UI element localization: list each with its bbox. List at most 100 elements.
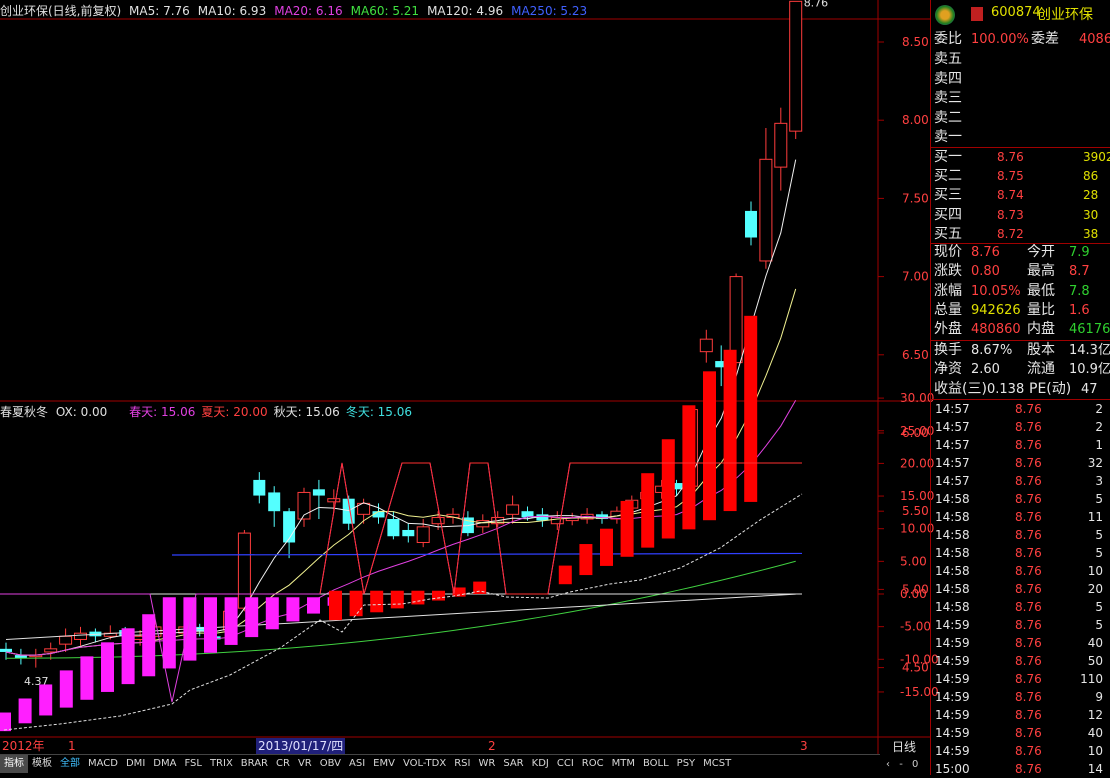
indicator-tab[interactable]: CCI <box>553 755 578 773</box>
divider <box>931 399 1110 400</box>
indicator-tab[interactable]: PSY <box>673 755 700 773</box>
stat-value: 7.9 <box>1069 245 1090 260</box>
tick-price: 8.76 <box>1015 546 1042 560</box>
stat-label: 量比 <box>1027 301 1055 318</box>
indicator-tab[interactable]: ROC <box>578 755 608 773</box>
spring-bar <box>142 614 156 677</box>
indicator-tab[interactable]: MACD <box>84 755 122 773</box>
tick-row: 14:58 8.76 11 <box>931 508 1110 526</box>
buy-row: 买三 8.74 28 <box>931 186 1110 205</box>
indicator-tab[interactable]: ASI <box>345 755 369 773</box>
tick-row: 14:58 8.76 20 <box>931 580 1110 598</box>
period-label[interactable]: 日线 <box>892 738 916 755</box>
tick-row: 14:59 8.76 40 <box>931 634 1110 652</box>
stat-value: 480860 <box>971 322 1021 338</box>
indicator-header: 春夏秋冬 OX: 0.00 春天: 15.06 夏天: 20.00 秋天: 15.0… <box>0 403 422 420</box>
indicator-tab[interactable]: BRAR <box>237 755 272 773</box>
tick-time: 14:57 <box>935 456 970 470</box>
indicator-tab[interactable]: WR <box>474 755 499 773</box>
indicator-tab[interactable]: BOLL <box>639 755 673 773</box>
stat-row: 净资 2.60 流通 10.9亿 <box>931 360 1110 379</box>
ma-label: MA10: 6.93 <box>197 4 267 18</box>
tick-time: 15:00 <box>935 762 970 776</box>
indicator-label: 夏天: 20.00 <box>201 405 268 419</box>
candle-body <box>699 338 713 353</box>
weibi-row: 委比 100.00% 委差 4086 <box>931 30 1110 49</box>
stat-value: 8.67% <box>971 343 1013 358</box>
indicator-tab[interactable]: MTM <box>608 755 639 773</box>
nav-minus-icon[interactable]: - <box>899 759 903 770</box>
stat-label: PE(动) <box>1029 380 1072 397</box>
indicator-tab[interactable]: TRIX <box>206 755 237 773</box>
indicator-tab[interactable]: CR <box>272 755 294 773</box>
tick-volume: 5 <box>1095 492 1103 506</box>
tick-time: 14:59 <box>935 636 970 650</box>
ma-labels: MA5: 7.76 MA10: 6.93 MA20: 6.16 MA60: 5.21 M… <box>129 4 595 18</box>
tick-row: 14:57 8.76 2 <box>931 418 1110 436</box>
indicator-tab[interactable]: RSI <box>450 755 474 773</box>
tab-indicator[interactable]: 指标 <box>0 755 28 773</box>
stat-row: 换手 8.67% 股本 14.3亿 <box>931 341 1110 360</box>
indicator-tab[interactable]: DMI <box>122 755 149 773</box>
flag-icon <box>971 7 983 21</box>
indicator-tab[interactable]: SAR <box>499 755 527 773</box>
tick-row: 14:58 8.76 10 <box>931 562 1110 580</box>
sell-row: 卖一 <box>931 128 1110 147</box>
indicator-tab[interactable]: KDJ <box>528 755 553 773</box>
nav-zero-icon[interactable]: 0 <box>912 759 918 770</box>
tick-row: 14:57 8.76 2 <box>931 400 1110 418</box>
tick-row: 14:58 8.76 5 <box>931 526 1110 544</box>
summer-bar <box>703 371 716 521</box>
tick-time: 14:59 <box>935 744 970 758</box>
candle-body <box>268 492 281 512</box>
indicator-label: 秋天: 15.06 <box>273 405 340 419</box>
nav-left-icon[interactable]: ‹ <box>886 759 890 770</box>
tick-price: 8.76 <box>1015 474 1042 488</box>
spring-bar <box>224 597 238 645</box>
stat-label: 外盘 <box>934 321 962 338</box>
buy-label: 买二 <box>934 168 962 185</box>
spring-bar <box>80 656 94 700</box>
indicator-tab[interactable]: VR <box>294 755 316 773</box>
stat-label: 内盘 <box>1027 321 1055 338</box>
tick-time: 14:59 <box>935 618 970 632</box>
tick-price: 8.76 <box>1015 762 1042 776</box>
price-max-label: 8.76 <box>804 0 829 9</box>
quote-title-bar: 600874 创业环保 <box>931 0 1110 28</box>
tick-row: 14:59 8.76 40 <box>931 724 1110 742</box>
indicator-tab[interactable]: OBV <box>316 755 345 773</box>
buy-price: 8.72 <box>997 226 1024 241</box>
buy-volume: 86 <box>1083 169 1099 184</box>
candle-body <box>74 632 87 640</box>
tick-volume: 11 <box>1087 510 1103 524</box>
indicator-tab[interactable]: VOL-TDX <box>399 755 450 773</box>
indicator-toolbar: 指标 模板 全部 MACD DMI DMA FSL TRIX BRAR CR VR OBV ASI EMV… <box>0 754 880 776</box>
tick-price: 8.76 <box>1015 600 1042 614</box>
divider <box>931 340 1110 341</box>
stat-label: 最低 <box>1027 282 1055 299</box>
tick-volume: 110 <box>1080 672 1103 686</box>
tab-template[interactable]: 模板 <box>28 755 56 773</box>
spring-bar <box>307 597 320 614</box>
candle-body <box>759 158 773 262</box>
indicator-tab[interactable]: MCST <box>699 755 735 773</box>
kline-header: 创业环保(日线,前复权) MA5: 7.76 MA10: 6.93 MA20: 6.… <box>0 2 599 19</box>
stock-name: 创业环保 <box>1037 7 1093 23</box>
candle-body <box>431 516 445 525</box>
buy-row: 买一 8.76 3902 <box>931 148 1110 167</box>
indicator-tab[interactable]: EMV <box>369 755 399 773</box>
buy-volume: 3902 <box>1083 150 1110 164</box>
tick-price: 8.76 <box>1015 402 1042 416</box>
indicator-tab[interactable]: DMA <box>149 755 180 773</box>
tick-time: 14:58 <box>935 492 970 506</box>
stat-value: 942626 <box>971 302 1021 318</box>
tick-volume: 3 <box>1095 474 1103 488</box>
stat-row: 收益(三) 0.138 PE(动) 47 <box>931 380 1110 399</box>
summer-bar <box>349 590 363 617</box>
tick-price: 8.76 <box>1015 420 1042 434</box>
indicator-tab[interactable]: 全部 <box>56 755 84 773</box>
stat-label: 涨幅 <box>934 282 962 299</box>
indicator-tab[interactable]: FSL <box>180 755 206 773</box>
tick-time: 14:57 <box>935 402 970 416</box>
tick-time: 14:59 <box>935 690 970 704</box>
